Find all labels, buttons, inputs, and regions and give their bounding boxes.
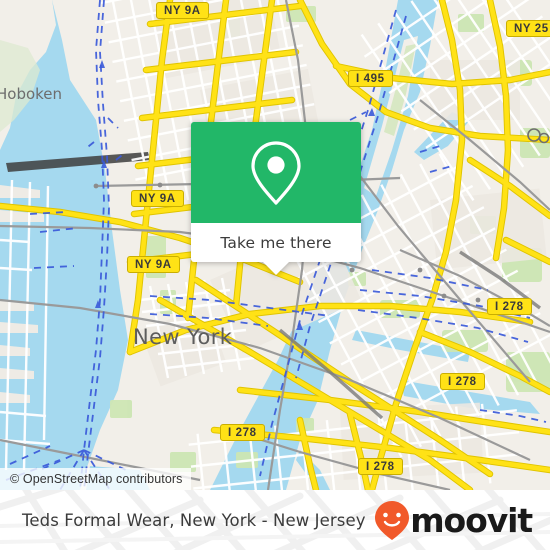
highway-shield-i278-east[interactable]: I 278 [487, 298, 532, 315]
map-canvas[interactable]: Hoboken New York NY 9A I 495 NY 25 NY 9A… [0, 0, 550, 490]
place-title: Teds Formal Wear, New York - New Jersey [22, 490, 366, 550]
location-callout-card[interactable]: Take me there [191, 122, 361, 275]
highway-shield-i278-south[interactable]: I 278 [358, 458, 403, 475]
highway-shield-i495[interactable]: I 495 [348, 70, 393, 87]
highway-shield-ny9a-mid[interactable]: NY 9A [131, 190, 184, 207]
moovit-wordmark: moovit [410, 500, 533, 540]
map-screenshot-root: Hoboken New York NY 9A I 495 NY 25 NY 9A… [0, 0, 550, 550]
footer-bar: Teds Formal Wear, New York - New Jersey … [0, 490, 550, 550]
highway-shield-ny9a-south[interactable]: NY 9A [127, 256, 180, 273]
callout-pin-area [191, 122, 361, 223]
place-title-text: Teds Formal Wear, New York - New Jersey [22, 510, 366, 530]
map-pin-icon [251, 140, 301, 205]
osm-attribution[interactable]: © OpenStreetMap contributors [0, 468, 191, 490]
moovit-smiley-pin-icon [375, 501, 410, 540]
highway-shield-i278-west[interactable]: I 278 [220, 424, 265, 441]
take-me-there-label: Take me there [220, 233, 332, 252]
osm-attribution-text: © OpenStreetMap contributors [10, 472, 183, 486]
callout-pointer [263, 262, 289, 275]
highway-shield-ny9a-north[interactable]: NY 9A [156, 2, 209, 19]
highway-shield-i278-southeast[interactable]: I 278 [440, 373, 485, 390]
callout-action-area[interactable]: Take me there [191, 223, 361, 262]
highway-shield-ny25[interactable]: NY 25 [506, 20, 550, 37]
moovit-brand[interactable]: moovit [372, 490, 533, 550]
